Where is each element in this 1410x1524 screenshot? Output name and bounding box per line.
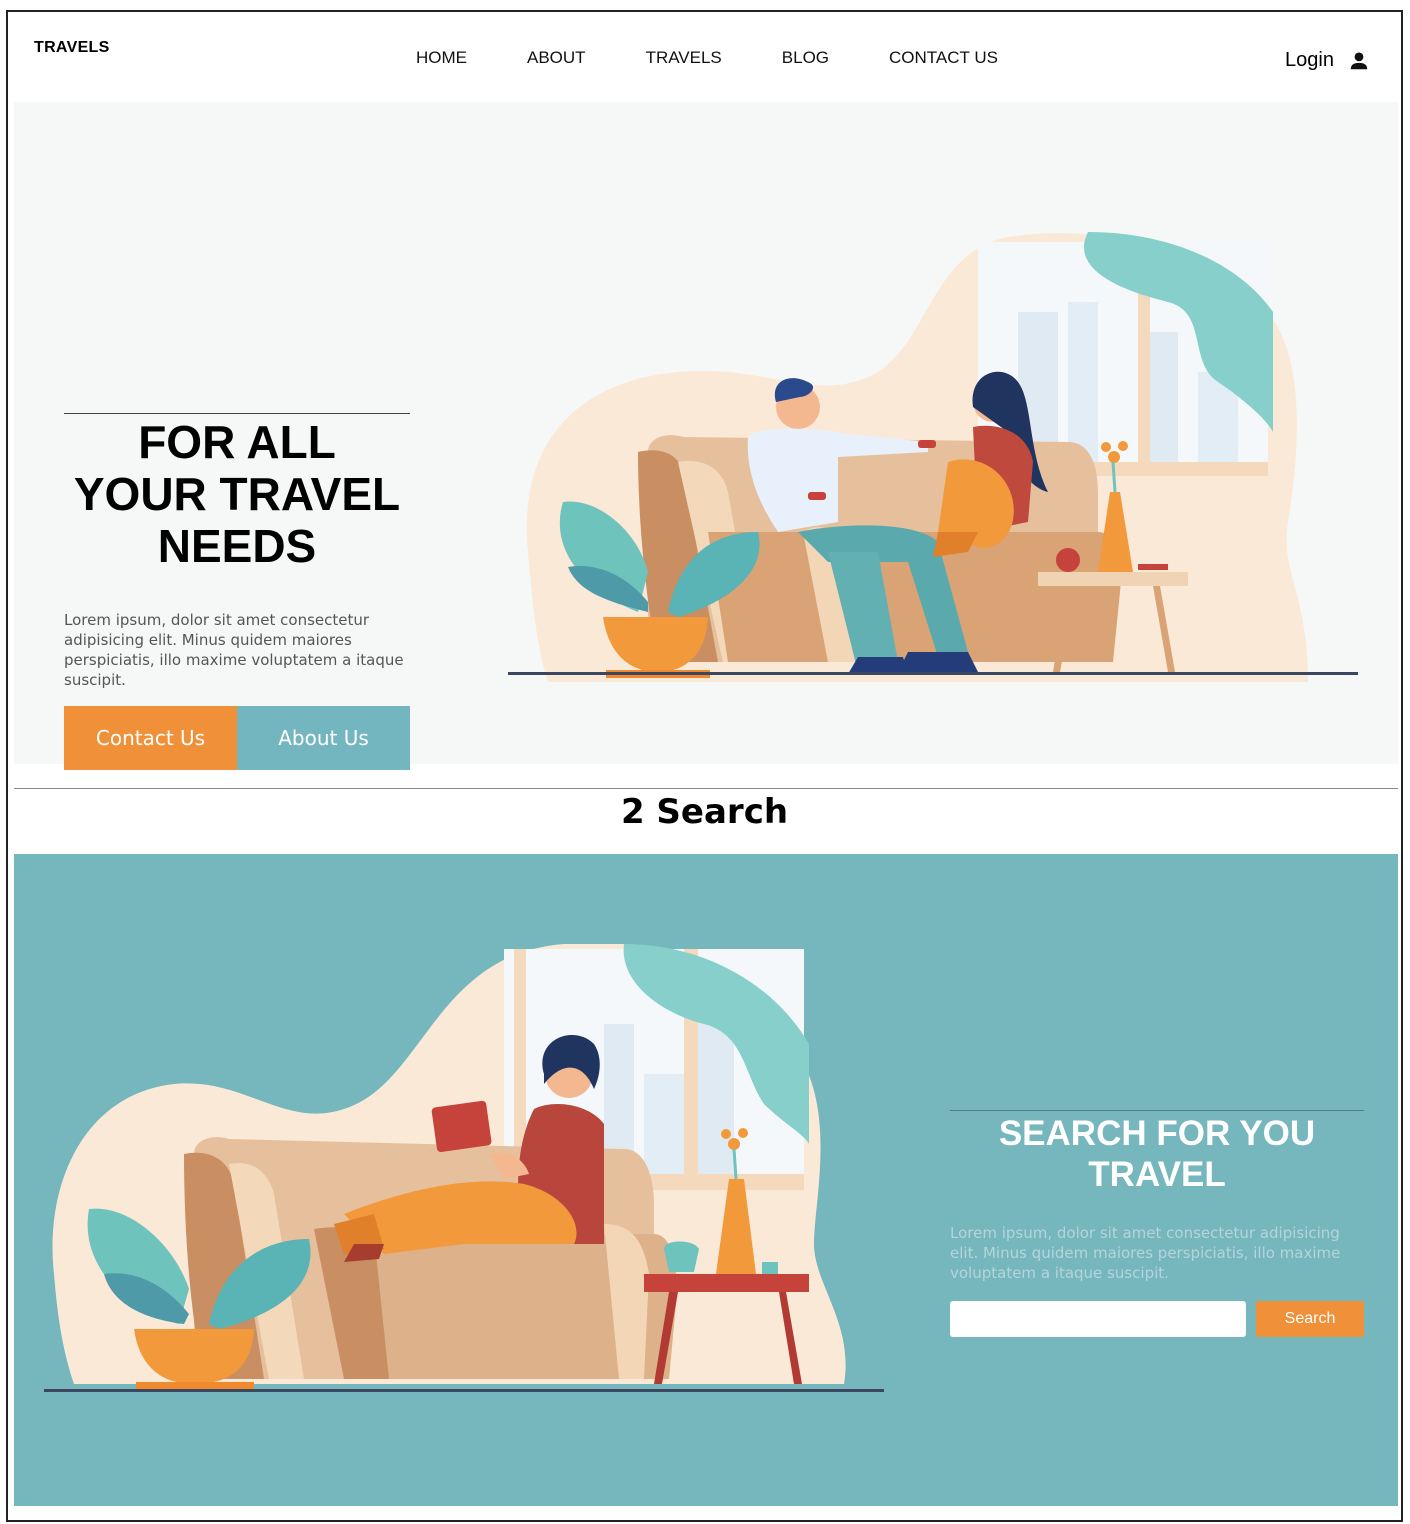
search-section: SEARCH FOR YOU TRAVEL Lorem ipsum, dolor… (14, 854, 1398, 1506)
section-divider (14, 788, 1398, 789)
nav-item-home[interactable]: HOME (416, 48, 467, 68)
hero-title-line: FOR ALL (138, 416, 336, 468)
page: TRAVELS HOME ABOUT TRAVELS BLOG CONTACT … (6, 10, 1403, 1522)
user-icon (1350, 51, 1368, 69)
hero-section: FOR ALL YOUR TRAVEL NEEDS Lorem ipsum, d… (14, 102, 1398, 770)
login-link[interactable]: Login (1285, 49, 1370, 72)
about-us-button[interactable]: About Us (237, 706, 410, 770)
hero-description: Lorem ipsum, dolor sit amet consectetur … (64, 611, 404, 689)
nav-item-blog[interactable]: BLOG (782, 48, 829, 68)
search-input[interactable] (950, 1301, 1246, 1337)
hero-buttons: Contact Us About Us (64, 706, 410, 770)
navbar: TRAVELS HOME ABOUT TRAVELS BLOG CONTACT … (8, 12, 1401, 104)
nav-menu: HOME ABOUT TRAVELS BLOG CONTACT US (416, 48, 1058, 68)
hero-title-line: NEEDS (157, 520, 317, 572)
search-form: Search (950, 1301, 1364, 1337)
hero-divider (64, 413, 410, 414)
search-title-line: SEARCH FOR YOU (998, 1114, 1316, 1153)
hero-title-line: YOUR TRAVEL (73, 468, 401, 520)
search-title-line: TRAVEL (1088, 1155, 1226, 1194)
search-title: SEARCH FOR YOU TRAVEL (950, 1113, 1364, 1195)
woman-with-tablet-illustration (44, 944, 884, 1392)
login-label: Login (1285, 49, 1334, 71)
search-text-block: SEARCH FOR YOU TRAVEL Lorem ipsum, dolor… (950, 1110, 1364, 1337)
section-title: 2 Search (620, 792, 789, 832)
hero-text-block: FOR ALL YOUR TRAVEL NEEDS Lorem ipsum, d… (64, 413, 410, 770)
brand-logo[interactable]: TRAVELS (34, 39, 110, 57)
search-divider (950, 1110, 1364, 1111)
couple-on-sofa-illustration (508, 232, 1358, 682)
contact-us-button[interactable]: Contact Us (64, 706, 237, 770)
nav-item-travels[interactable]: TRAVELS (646, 48, 722, 68)
nav-item-about[interactable]: ABOUT (527, 48, 586, 68)
search-button[interactable]: Search (1256, 1301, 1364, 1337)
hero-title: FOR ALL YOUR TRAVEL NEEDS (64, 416, 410, 572)
search-description: Lorem ipsum, dolor sit amet consectetur … (950, 1224, 1341, 1282)
nav-item-contact-us[interactable]: CONTACT US (889, 48, 998, 68)
